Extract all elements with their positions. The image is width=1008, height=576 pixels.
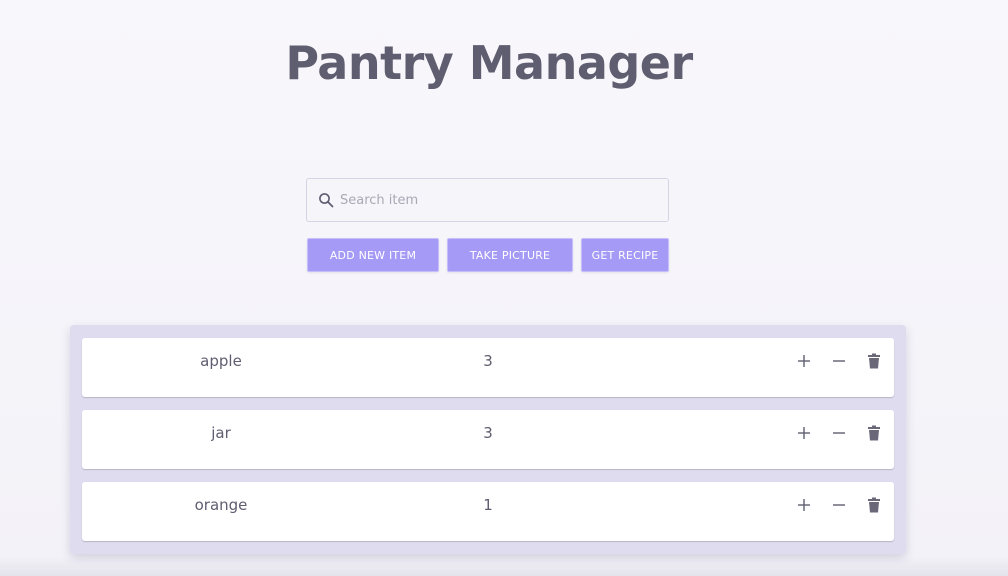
plus-icon[interactable] — [795, 496, 813, 514]
item-name: jar — [211, 424, 231, 442]
pantry-item-row: orange 1 — [82, 482, 894, 541]
trash-icon[interactable] — [865, 424, 883, 442]
search-input[interactable] — [340, 185, 640, 215]
plus-icon[interactable] — [795, 352, 813, 370]
minus-icon[interactable] — [830, 424, 848, 442]
trash-icon[interactable] — [865, 496, 883, 514]
item-name: apple — [200, 352, 242, 370]
take-picture-button[interactable]: TAKE PICTURE — [447, 238, 573, 272]
item-name: orange — [194, 496, 248, 514]
item-quantity: 3 — [483, 424, 493, 442]
get-recipe-button[interactable]: GET RECIPE — [581, 238, 669, 272]
action-bar: ADD NEW ITEM TAKE PICTURE GET RECIPE — [307, 238, 669, 272]
search-icon — [318, 192, 334, 208]
pantry-item-row: apple 3 — [82, 338, 894, 397]
item-quantity: 1 — [483, 496, 493, 514]
search-box[interactable] — [306, 178, 669, 222]
trash-icon[interactable] — [865, 352, 883, 370]
item-quantity: 3 — [483, 352, 493, 370]
minus-icon[interactable] — [830, 496, 848, 514]
add-new-item-button[interactable]: ADD NEW ITEM — [307, 238, 439, 272]
bottom-shadow — [0, 556, 1008, 576]
pantry-list: apple 3 jar 3 orange 1 — [70, 325, 906, 554]
pantry-item-row: jar 3 — [82, 410, 894, 469]
minus-icon[interactable] — [830, 352, 848, 370]
page-title: Pantry Manager — [285, 36, 693, 90]
plus-icon[interactable] — [795, 424, 813, 442]
